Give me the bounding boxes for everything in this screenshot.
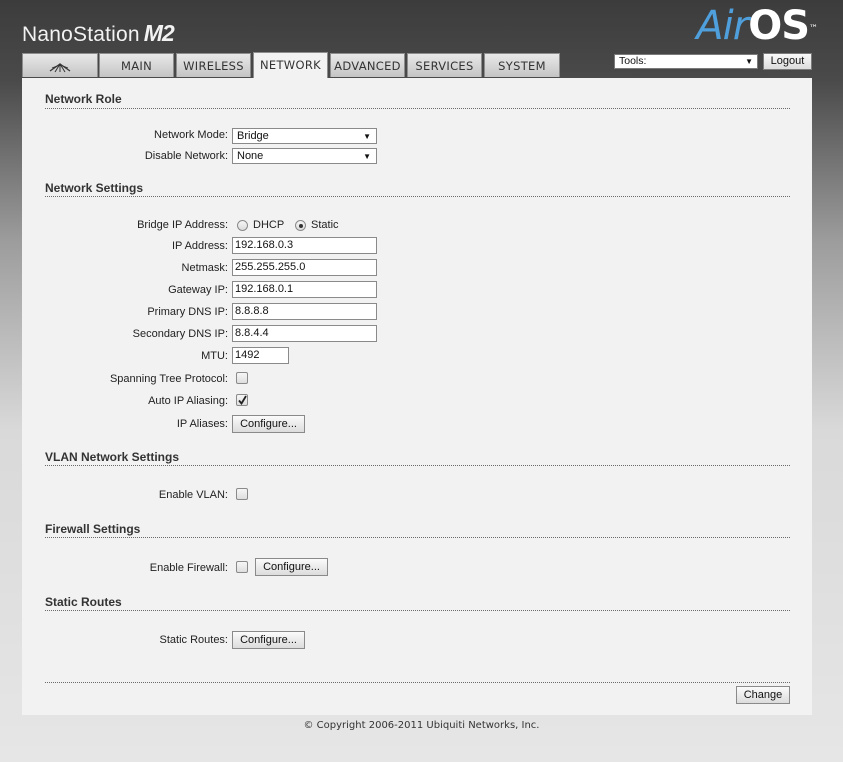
tab-advanced[interactable]: ADVANCED	[330, 53, 405, 77]
enable-vlan-label: Enable VLAN:	[158, 489, 228, 501]
stp-label: Spanning Tree Protocol:	[109, 373, 228, 385]
section-title-network-settings: Network Settings	[45, 181, 144, 195]
gateway-ip-label: Gateway IP:	[168, 284, 228, 296]
network-panel: Network Role Network Mode: Bridge ▼ Disa…	[22, 78, 812, 715]
divider	[45, 108, 790, 109]
tab-main[interactable]: MAIN	[99, 53, 174, 77]
copyright-text: © Copyright 2006-2011 Ubiquiti Networks,…	[303, 720, 540, 731]
netmask-label: Netmask:	[181, 262, 228, 274]
divider	[45, 610, 790, 611]
section-title-network-role: Network Role	[45, 92, 122, 106]
firewall-configure-button[interactable]: Configure...	[255, 558, 328, 576]
product-name: NanoStation M2	[22, 20, 175, 47]
dhcp-radio[interactable]	[237, 220, 248, 231]
brand-model: M2	[143, 20, 175, 46]
divider	[45, 465, 790, 466]
disable-network-label: Disable Network:	[144, 150, 228, 162]
stp-checkbox[interactable]	[236, 372, 248, 384]
airos-logo: AirOS ™	[696, 3, 818, 49]
mtu-input[interactable]: 1492	[232, 347, 289, 364]
enable-vlan-checkbox[interactable]	[236, 488, 248, 500]
gateway-ip-input[interactable]: 192.168.0.1	[232, 281, 377, 298]
tab-network[interactable]: NETWORK	[253, 52, 328, 78]
ip-address-label: IP Address:	[171, 240, 228, 252]
chevron-down-icon: ▼	[745, 57, 753, 66]
section-title-static-routes: Static Routes	[45, 595, 122, 609]
change-button[interactable]: Change	[736, 686, 790, 704]
primary-dns-label: Primary DNS IP:	[147, 306, 228, 318]
auto-ip-aliasing-checkbox[interactable]	[236, 394, 248, 406]
tab-system[interactable]: SYSTEM	[484, 53, 560, 77]
network-mode-select[interactable]: Bridge ▼	[232, 128, 377, 144]
checkmark-icon	[238, 395, 247, 405]
static-radio-label: Static	[311, 219, 339, 231]
disable-network-select[interactable]: None ▼	[232, 148, 377, 164]
secondary-dns-input[interactable]: 8.8.4.4	[232, 325, 377, 342]
dhcp-radio-label: DHCP	[253, 219, 285, 231]
tab-wireless[interactable]: WIRELESS	[176, 53, 251, 77]
section-title-vlan: VLAN Network Settings	[45, 450, 180, 464]
divider	[45, 196, 790, 197]
static-radio[interactable]	[295, 220, 306, 231]
enable-firewall-checkbox[interactable]	[236, 561, 248, 573]
bridge-ip-label: Bridge IP Address:	[137, 219, 228, 231]
brand-name: NanoStation	[22, 23, 140, 46]
static-routes-label: Static Routes:	[159, 634, 228, 646]
divider	[45, 682, 790, 683]
enable-firewall-label: Enable Firewall:	[149, 562, 228, 574]
tools-select[interactable]: Tools: ▼	[614, 54, 758, 69]
tab-ubnt[interactable]	[22, 53, 98, 77]
section-title-firewall: Firewall Settings	[45, 522, 141, 536]
divider	[45, 537, 790, 538]
secondary-dns-label: Secondary DNS IP:	[132, 328, 228, 340]
primary-dns-input[interactable]: 8.8.8.8	[232, 303, 377, 320]
ip-address-input[interactable]: 192.168.0.3	[232, 237, 377, 254]
chevron-down-icon: ▼	[363, 152, 371, 161]
logout-button[interactable]: Logout	[763, 53, 812, 70]
static-routes-configure-button[interactable]: Configure...	[232, 631, 305, 649]
netmask-input[interactable]: 255.255.255.0	[232, 259, 377, 276]
auto-ip-aliasing-label: Auto IP Aliasing:	[148, 395, 228, 407]
ip-aliases-label: IP Aliases:	[176, 418, 228, 430]
network-mode-label: Network Mode:	[154, 129, 228, 141]
ubiquiti-logo-icon	[49, 63, 71, 73]
mtu-label: MTU:	[201, 350, 228, 362]
chevron-down-icon: ▼	[363, 132, 371, 141]
tab-services[interactable]: SERVICES	[407, 53, 482, 77]
ip-aliases-configure-button[interactable]: Configure...	[232, 415, 305, 433]
